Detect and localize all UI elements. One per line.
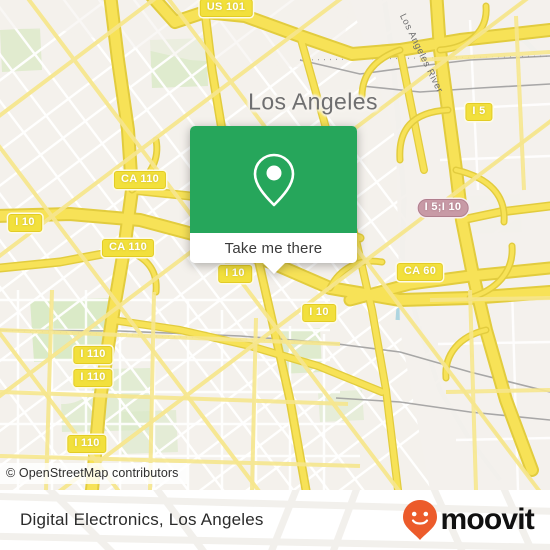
highway-shield-i-5-i-10[interactable]: I 5;I 10 xyxy=(417,199,469,217)
moovit-wordmark: moovit xyxy=(440,503,534,536)
highway-shield-i-10-west[interactable]: I 10 xyxy=(8,214,42,232)
callout-pointer-tail xyxy=(262,262,286,274)
map-pin-icon xyxy=(253,153,294,206)
callout-action-panel[interactable]: Take me there xyxy=(190,233,357,263)
moovit-logo[interactable]: moovit xyxy=(402,499,535,541)
footer-bar: Digital Electronics, Los Angeles moovit xyxy=(0,490,550,550)
moovit-pin-smiley-icon xyxy=(403,500,438,540)
highway-shield-i-10-center[interactable]: I 10 xyxy=(218,265,252,283)
destination-callout-card[interactable]: Take me there xyxy=(190,126,357,274)
callout-icon-panel xyxy=(190,126,357,233)
highway-shield-ca-110-north[interactable]: CA 110 xyxy=(113,171,167,189)
highway-shield-ca-110-south[interactable]: CA 110 xyxy=(101,239,155,257)
highway-shield-ca-60[interactable]: CA 60 xyxy=(396,263,444,281)
map-canvas[interactable]: Los Angeles Los Angeles River US 101 I 5… xyxy=(0,0,550,490)
take-me-there-label: Take me there xyxy=(224,239,323,257)
highway-shield-i-5[interactable]: I 5 xyxy=(465,103,493,121)
place-label-los-angeles: Los Angeles xyxy=(248,88,378,115)
location-title: Digital Electronics, Los Angeles xyxy=(20,510,264,529)
highway-shield-us-101[interactable]: US 101 xyxy=(199,0,253,17)
highway-shield-i-110-lower[interactable]: I 110 xyxy=(67,435,107,453)
highway-shield-i-10-east[interactable]: I 10 xyxy=(302,304,336,322)
callout-body: Take me there xyxy=(190,126,357,263)
highway-shield-i-110-middle[interactable]: I 110 xyxy=(73,369,113,387)
highway-shield-i-110-upper[interactable]: I 110 xyxy=(73,346,113,364)
moovit-map-screenshot: Los Angeles Los Angeles River US 101 I 5… xyxy=(0,0,550,550)
openstreetmap-attribution[interactable]: © OpenStreetMap contributors xyxy=(0,463,187,484)
